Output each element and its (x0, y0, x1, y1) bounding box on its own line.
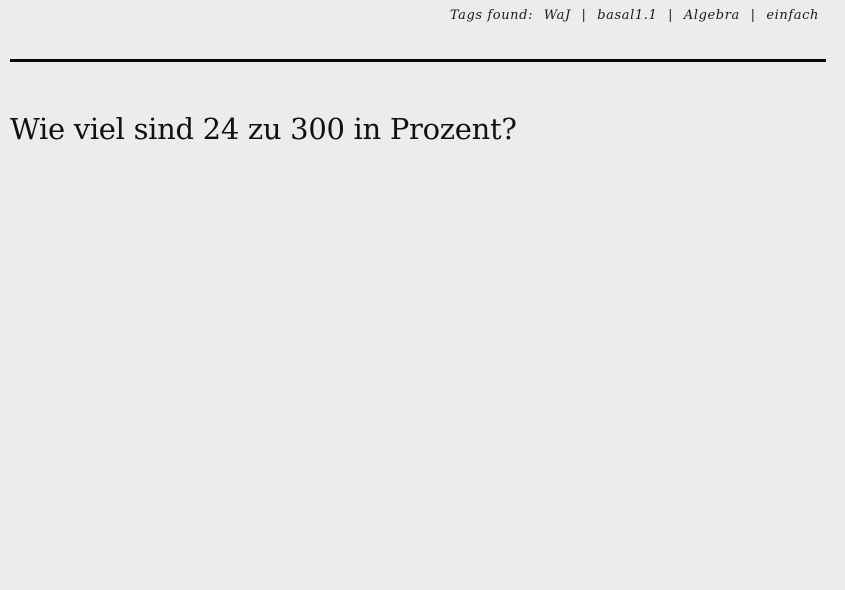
tag-separator: | (581, 8, 587, 23)
tag-basal: basal1.1 (597, 8, 658, 23)
page: Tags found: WaJ | basal1.1 | Algebra | e… (0, 0, 845, 590)
tag-einfach: einfach (766, 8, 819, 23)
tag-separator: | (668, 8, 674, 23)
tags-label: Tags found: (449, 8, 534, 23)
tag-algebra: Algebra (683, 8, 740, 23)
tag-separator: | (750, 8, 756, 23)
question-text: Wie viel sind 24 zu 300 in Prozent? (10, 112, 517, 146)
horizontal-divider (10, 59, 826, 62)
tags-line: Tags found: WaJ | basal1.1 | Algebra | e… (450, 8, 819, 23)
tag-waj: WaJ (543, 8, 571, 23)
